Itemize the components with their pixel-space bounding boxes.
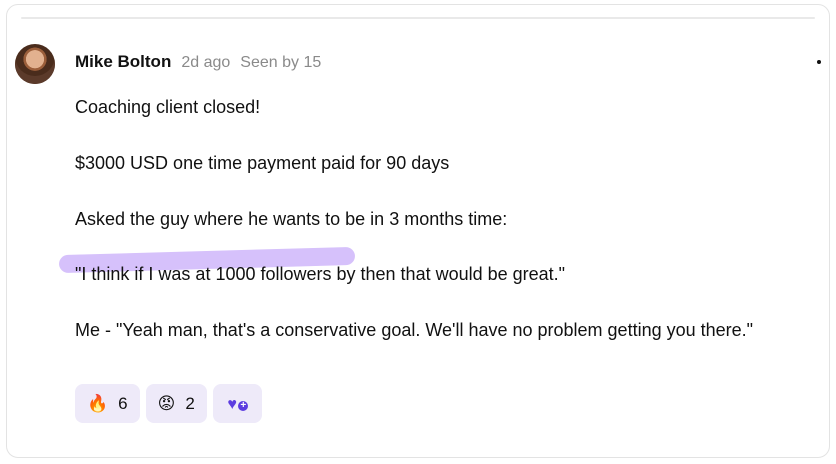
reactions-bar: 🔥 6 😡 2 ♥ +: [75, 384, 262, 423]
post-line-rest: paid for 90 days: [316, 153, 450, 173]
post-line: Me - "Yeah man, that's a conservative go…: [75, 320, 754, 340]
add-reaction-button[interactable]: ♥ +: [212, 384, 262, 423]
seen-by[interactable]: Seen by 15: [240, 54, 321, 72]
reaction-count: 6: [118, 393, 128, 413]
post-line: $3000 USD one time payment paid for 90 d…: [75, 152, 449, 175]
author-name[interactable]: Mike Bolton: [75, 52, 171, 72]
reaction-fire-button[interactable]: 🔥 6: [75, 384, 140, 423]
fire-icon: 🔥: [87, 394, 109, 413]
more-options-icon[interactable]: [812, 52, 826, 72]
avatar[interactable]: [15, 44, 55, 84]
card-top-divider: [21, 17, 815, 19]
reaction-angry-button[interactable]: 😡 2: [145, 384, 207, 423]
highlighted-text: $3000 USD one time payment: [75, 153, 317, 173]
reaction-count: 2: [185, 393, 195, 413]
post-time: 2d ago: [181, 54, 231, 71]
post-header: Mike Bolton 2d ago Seen by 15: [75, 52, 321, 78]
post-line: Asked the guy where he wants to be in 3 …: [75, 209, 508, 229]
heart-plus-icon: ♥ +: [227, 395, 249, 413]
post-line: Coaching client closed!: [75, 97, 261, 117]
post-line: "I think if I was at 1000 followers by t…: [75, 264, 566, 284]
angry-face-icon: 😡: [157, 394, 176, 413]
